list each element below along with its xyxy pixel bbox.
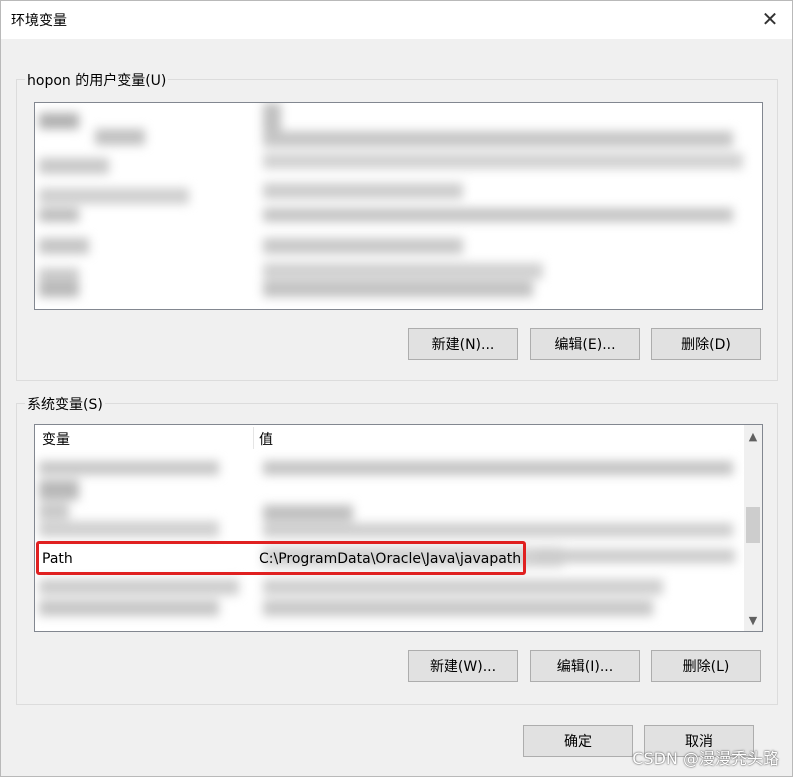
user-variables-list[interactable] bbox=[34, 102, 763, 310]
close-icon[interactable]: ✕ bbox=[760, 9, 780, 29]
user-delete-button[interactable]: 删除(D) bbox=[651, 328, 761, 360]
scrollbar-thumb[interactable] bbox=[746, 507, 760, 543]
vertical-scrollbar[interactable]: ▲ ▼ bbox=[744, 425, 762, 631]
column-header-variable[interactable]: 变量 bbox=[42, 429, 70, 449]
watermark: CSDN @漫漫秃头路 bbox=[632, 749, 779, 768]
environment-variables-dialog: 环境变量 ✕ hopon 的用户变量(U) 新建(N)... 编辑(E)... … bbox=[0, 0, 793, 777]
title-bar: 环境变量 ✕ bbox=[1, 1, 792, 39]
scroll-up-icon[interactable]: ▲ bbox=[744, 427, 762, 445]
user-new-button[interactable]: 新建(N)... bbox=[408, 328, 518, 360]
system-variables-list[interactable]: 变量 值 Path C:\ProgramData\Oracle\Java\jav… bbox=[34, 424, 763, 632]
column-header-value[interactable]: 值 bbox=[259, 429, 273, 449]
ok-button[interactable]: 确定 bbox=[523, 725, 633, 757]
system-new-button[interactable]: 新建(W)... bbox=[408, 650, 518, 682]
user-variables-group-label: hopon 的用户变量(U) bbox=[25, 70, 169, 90]
system-delete-button[interactable]: 删除(L) bbox=[651, 650, 761, 682]
path-highlight-box bbox=[36, 541, 526, 575]
column-separator[interactable] bbox=[253, 427, 254, 449]
scroll-down-icon[interactable]: ▼ bbox=[744, 611, 762, 629]
system-variables-group-label: 系统变量(S) bbox=[25, 394, 105, 414]
system-edit-button[interactable]: 编辑(I)... bbox=[530, 650, 640, 682]
window-title: 环境变量 bbox=[11, 13, 67, 29]
blurred-content bbox=[35, 103, 762, 309]
user-edit-button[interactable]: 编辑(E)... bbox=[530, 328, 640, 360]
